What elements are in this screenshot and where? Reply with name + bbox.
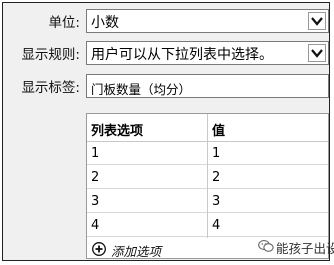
watermark-text: 能孩子出设: [276, 241, 334, 256]
table-cell-option[interactable]: 3: [87, 190, 207, 213]
chevron-down-icon[interactable]: [308, 12, 326, 30]
unit-label: 单位:: [48, 15, 80, 31]
column-header-value[interactable]: 值: [208, 114, 328, 142]
cell-text: 2: [91, 170, 100, 185]
wechat-icon: [258, 240, 274, 252]
cell-text: 4: [91, 218, 100, 233]
chevron-down-glyph: [311, 49, 323, 58]
cell-text: 3: [212, 194, 221, 209]
unit-dropdown[interactable]: 小数: [86, 9, 329, 33]
display-tag-input[interactable]: 门板数量（均分）: [86, 74, 329, 98]
cell-text: 2: [212, 170, 221, 185]
display-rule-label: 显示规则:: [21, 47, 80, 63]
parameter-panel: 单位: 小数 显示规则: 用户可以从下拉列表中选择。 显示标签: 门板数量（均分…: [2, 2, 330, 261]
cell-text: 1: [212, 146, 221, 161]
display-tag-label: 显示标签:: [21, 80, 80, 96]
chevron-down-icon[interactable]: [308, 44, 326, 62]
plus-circle-icon: [92, 242, 106, 256]
cell-text: 3: [91, 194, 100, 209]
table-cell-value[interactable]: 4: [208, 214, 328, 237]
column-header-list-option[interactable]: 列表选项: [87, 114, 207, 142]
table-cell-option[interactable]: 2: [87, 166, 207, 189]
cell-text: 4: [212, 218, 221, 233]
display-rule-dropdown[interactable]: 用户可以从下拉列表中选择。: [86, 41, 329, 65]
table-cell-value[interactable]: 2: [208, 166, 328, 189]
table-cell-option[interactable]: 1: [87, 142, 207, 165]
unit-dropdown-value: 小数: [91, 15, 119, 31]
table-cell-option[interactable]: 4: [87, 214, 207, 237]
column-header-label: 值: [212, 124, 226, 139]
display-rule-dropdown-value: 用户可以从下拉列表中选择。: [91, 47, 273, 63]
table-cell-value[interactable]: 1: [208, 142, 328, 165]
add-option-label: 添加选项: [111, 244, 162, 259]
table-cell-value[interactable]: 3: [208, 190, 328, 213]
column-header-label: 列表选项: [91, 124, 144, 139]
chevron-down-glyph: [311, 17, 323, 26]
cell-text: 1: [91, 146, 100, 161]
display-tag-input-value: 门板数量（均分）: [91, 82, 192, 97]
